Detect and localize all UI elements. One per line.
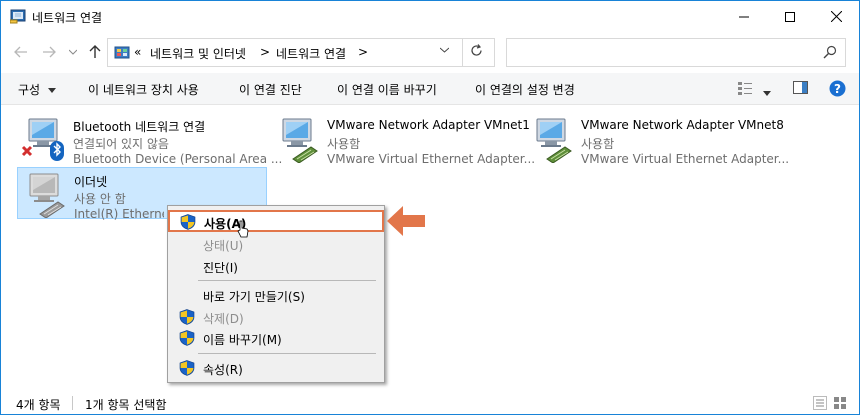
maximize-button[interactable] <box>767 1 813 32</box>
maximize-icon <box>785 11 795 22</box>
large-icons-view-icon <box>834 397 846 409</box>
menu-label: 상태(U) <box>203 239 244 253</box>
close-icon <box>830 11 842 22</box>
chevron-down-icon <box>439 47 450 53</box>
menu-label: 속성(R) <box>203 363 243 377</box>
breadcrumb-overflow[interactable]: « <box>134 45 141 59</box>
help-icon: ? <box>829 80 846 97</box>
window-title: 네트워크 연결 <box>32 11 103 25</box>
organize-label: 구성 <box>18 83 41 97</box>
connection-name: Bluetooth 네트워크 연결 <box>73 120 206 134</box>
caret-down-icon <box>763 91 771 96</box>
back-button[interactable] <box>11 42 31 62</box>
menu-separator <box>198 280 376 281</box>
status-divider <box>72 396 73 410</box>
connection-vmnet8[interactable]: VMware Network Adapter VMnet8 사용함 VMware… <box>525 113 789 166</box>
annotation-arrow-icon <box>387 206 425 236</box>
menu-label: 진단(I) <box>203 261 238 275</box>
search-icon <box>823 45 837 59</box>
preview-pane-icon <box>793 81 808 94</box>
connection-name: 이더넷 <box>74 175 108 189</box>
uac-shield-icon <box>180 214 196 230</box>
connection-name: VMware Network Adapter VMnet1 <box>327 118 530 132</box>
up-button[interactable] <box>85 42 105 62</box>
connection-status: 사용 안 함 <box>74 192 126 206</box>
disable-device-button[interactable]: 이 네트워크 장치 사용 <box>88 81 199 98</box>
details-view-icon <box>813 396 827 410</box>
connection-status: 사용함 <box>327 137 361 151</box>
help-button[interactable]: ? <box>829 80 846 100</box>
close-button[interactable] <box>813 1 859 32</box>
connection-status: 연결되어 있지 않음 <box>73 137 169 151</box>
svg-text:?: ? <box>834 82 841 96</box>
connection-bluetooth[interactable]: Bluetooth 네트워크 연결 연결되어 있지 않음 Bluetooth D… <box>17 113 282 166</box>
caret-down-icon <box>47 88 56 93</box>
uac-shield-icon <box>179 309 195 325</box>
menu-label: 이름 바꾸기(M) <box>203 333 282 347</box>
change-settings-button[interactable]: 이 연결의 설정 변경 <box>475 81 575 98</box>
chevron-down-icon <box>69 49 77 55</box>
minimize-icon <box>739 16 749 17</box>
breadcrumb-separator[interactable]: > <box>260 45 270 59</box>
status-bar: 4개 항목 1개 항목 선택함 <box>1 393 859 415</box>
breadcrumb-network-connections[interactable]: 네트워크 연결 <box>276 45 346 62</box>
preview-pane-button[interactable] <box>793 81 808 97</box>
menu-separator <box>198 353 376 354</box>
search-box[interactable] <box>506 38 846 67</box>
connection-vmnet1[interactable]: VMware Network Adapter VMnet1 사용함 VMware… <box>271 113 535 166</box>
menu-label: 바로 가기 만들기(S) <box>203 290 305 304</box>
connection-device: VMware Virtual Ethernet Adapter... <box>327 152 536 166</box>
bluetooth-network-icon <box>21 118 64 161</box>
network-folder-icon <box>10 9 26 24</box>
connection-name: VMware Network Adapter VMnet8 <box>581 118 784 132</box>
navigation-bar: « 네트워크 및 인터넷 > 네트워크 연결 > <box>1 34 859 70</box>
context-menu: 사용(A) 상태(U) 진단(I) 바로 가기 만들기(S) 삭제(D) 이름 … <box>167 205 385 383</box>
control-panel-icon <box>114 46 130 59</box>
organize-button[interactable]: 구성 <box>18 81 56 98</box>
minimize-button[interactable] <box>721 1 767 32</box>
arrow-right-icon <box>43 46 56 58</box>
arrow-left-icon <box>14 46 27 58</box>
arrow-up-icon <box>89 45 101 58</box>
network-connections-window: 네트워크 연결 « 네트워크 및 인터넷 > 네트워크 연결 > 구성 이 네트… <box>0 0 860 415</box>
connection-device: Intel(R) Ethernet C <box>74 207 164 221</box>
forward-button[interactable] <box>39 42 59 62</box>
change-view-button[interactable] <box>738 81 752 98</box>
rename-button[interactable]: 이 연결 이름 바꾸기 <box>337 81 437 98</box>
recent-locations-button[interactable] <box>63 42 83 62</box>
network-adapter-icon <box>282 118 318 163</box>
address-dropdown-button[interactable] <box>439 45 450 56</box>
uac-shield-icon <box>179 360 195 376</box>
menu-label: 삭제(D) <box>203 312 244 326</box>
menu-item-delete: 삭제(D) <box>171 306 381 328</box>
menu-item-status: 상태(U) <box>171 233 381 255</box>
uac-shield-icon <box>179 330 195 346</box>
connection-device: Bluetooth Device (Personal Area ... <box>73 152 283 166</box>
selection-count: 1개 항목 선택함 <box>85 398 167 412</box>
refresh-icon <box>471 44 482 56</box>
item-count: 4개 항목 <box>16 398 61 412</box>
address-bar[interactable]: « 네트워크 및 인터넷 > 네트워크 연결 > <box>107 38 495 67</box>
refresh-button[interactable] <box>470 44 483 61</box>
disabled-network-icon <box>29 173 65 218</box>
title-bar[interactable]: 네트워크 연결 <box>1 1 859 32</box>
network-adapter-icon <box>536 118 572 163</box>
details-view-button[interactable] <box>813 396 827 413</box>
connection-status: 사용함 <box>581 137 615 151</box>
more-views-button[interactable] <box>763 85 771 99</box>
breadcrumb-separator[interactable]: > <box>358 45 368 59</box>
menu-item-enable[interactable]: 사용(A) <box>168 210 384 238</box>
menu-item-diagnose[interactable]: 진단(I) <box>171 255 381 277</box>
menu-item-rename[interactable]: 이름 바꾸기(M) <box>171 327 381 349</box>
command-bar: 구성 이 네트워크 장치 사용 이 연결 진단 이 연결 이름 바꾸기 이 연결… <box>1 73 859 105</box>
breadcrumb-network-internet[interactable]: 네트워크 및 인터넷 <box>150 45 246 62</box>
large-icons-view-button[interactable] <box>833 396 847 413</box>
address-divider <box>462 39 463 66</box>
diagnose-button[interactable]: 이 연결 진단 <box>239 81 302 98</box>
view-list-icon <box>738 82 752 95</box>
connection-device: VMware Virtual Ethernet Adapter... <box>581 152 790 166</box>
menu-item-create-shortcut[interactable]: 바로 가기 만들기(S) <box>171 284 381 306</box>
menu-item-properties[interactable]: 속성(R) <box>171 357 381 379</box>
